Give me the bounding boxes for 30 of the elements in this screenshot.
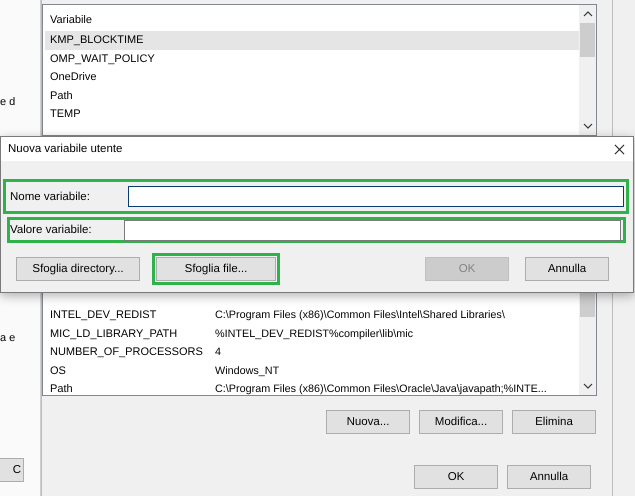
list-row[interactable]: OneDrive bbox=[45, 68, 579, 87]
dialog-button[interactable]: Sfoglia directory... bbox=[16, 257, 140, 281]
text-fragment: e d bbox=[0, 96, 16, 108]
list-row[interactable]: OMP_WAIT_POLICY bbox=[45, 50, 579, 68]
scrollbar[interactable] bbox=[579, 5, 596, 135]
list-row[interactable]: MIC_LD_LIBRARY_PATH %INTEL_DEV_REDIST%compiler\lib\mic bbox=[45, 324, 579, 344]
list-row[interactable]: TEMP bbox=[45, 105, 579, 124]
window-title: Nuova variabile utente bbox=[8, 143, 122, 155]
text-fragment: a e bbox=[0, 332, 16, 344]
list-action-button[interactable]: Elimina bbox=[512, 410, 596, 434]
input-field[interactable] bbox=[124, 220, 621, 240]
scrollbar-thumb[interactable] bbox=[580, 23, 595, 57]
field-label: Valore variabile: bbox=[10, 224, 93, 236]
input-field[interactable] bbox=[128, 186, 624, 207]
dialog-button[interactable]: OK bbox=[414, 465, 498, 489]
list-row[interactable]: Path C:\Program Files (x86)\Common Files\Oracle\Java\javapath;%INTE... bbox=[45, 380, 579, 395]
list-action-button[interactable]: Nuova... bbox=[326, 410, 410, 434]
partial-button[interactable]: C bbox=[0, 458, 24, 482]
list-row[interactable]: OS Windows_NT bbox=[45, 362, 579, 380]
field-label: Nome variabile: bbox=[9, 190, 91, 202]
dialog-button[interactable]: Annulla bbox=[525, 257, 609, 281]
list-row[interactable]: KMP_BLOCKTIME bbox=[45, 31, 579, 50]
list-action-button[interactable]: Modifica... bbox=[419, 410, 503, 434]
list-row[interactable]: NUMBER_OF_PROCESSORS 4 bbox=[45, 343, 579, 362]
list-row[interactable]: Path bbox=[45, 86, 579, 106]
column-header[interactable]: Variabile bbox=[45, 5, 579, 31]
list-row[interactable]: INTEL_DEV_REDIST C:\Program Files (x86)\Common Files\Intel\Shared Libraries\ bbox=[45, 306, 579, 325]
close-icon[interactable] bbox=[614, 144, 625, 154]
dialog-button[interactable]: Sfoglia file... bbox=[156, 257, 276, 281]
dialog-button[interactable]: Annulla bbox=[507, 465, 591, 489]
